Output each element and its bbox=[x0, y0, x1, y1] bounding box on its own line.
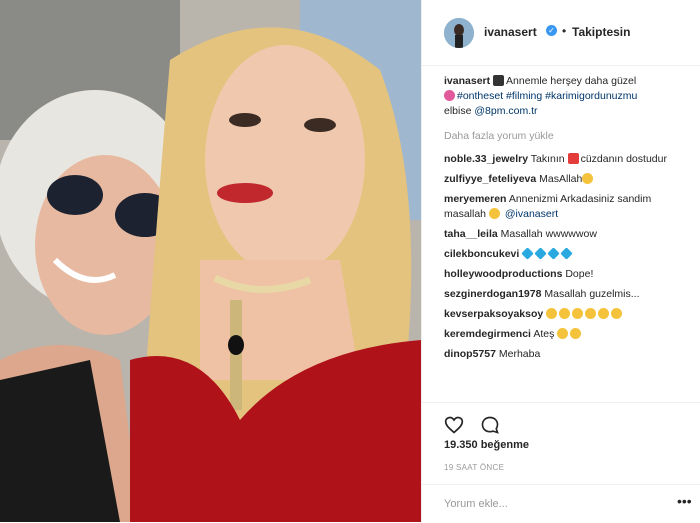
diamond-emoji-icon bbox=[547, 247, 560, 260]
comment-mention[interactable]: @ivanasert bbox=[505, 208, 558, 220]
diamond-emoji-icon bbox=[534, 247, 547, 260]
thumbs-up-emoji-icon bbox=[598, 308, 610, 319]
heart-eyes-emoji-icon bbox=[585, 308, 597, 319]
comment-text: Merhaba bbox=[498, 348, 541, 360]
comment-username[interactable]: sezginerdogan1978 bbox=[444, 288, 541, 300]
comment-item: meryemeren Annenizmi Arkadasiniz sandim … bbox=[444, 192, 689, 222]
caption-mention[interactable]: @8pm.com.tr bbox=[474, 105, 537, 117]
comment-item: noble.33_jewelry Takının cüzdanın dostud… bbox=[444, 152, 689, 167]
post-photo[interactable] bbox=[0, 0, 421, 522]
thumbs-up-emoji-icon bbox=[611, 308, 623, 319]
heart-emoji-icon bbox=[567, 153, 579, 164]
comment-username[interactable]: cilekboncukevi bbox=[444, 248, 519, 260]
flower-emoji-icon bbox=[444, 90, 455, 101]
comment-item: keremdegirmenci Ateş bbox=[444, 327, 689, 342]
load-more-comments[interactable]: Daha fazla yorum yükle bbox=[444, 129, 689, 144]
caption: ivanasert Annemle herşey daha güzel #ont… bbox=[444, 74, 689, 119]
comment-text: Takının bbox=[530, 153, 565, 165]
post-side-panel: ivanasert ✓ • Takiptesin ivanasert Annem… bbox=[421, 0, 700, 522]
comment-text: Masallah wwwwwow bbox=[500, 228, 597, 240]
caption-text: Annemle herşey daha güzel bbox=[506, 75, 637, 87]
smile-emoji-icon bbox=[570, 328, 582, 339]
more-options-icon[interactable]: ••• bbox=[677, 493, 692, 509]
heart-eyes-emoji-icon bbox=[546, 308, 558, 319]
caption-hashtags[interactable]: #ontheset #filming #karimigordunuzmu bbox=[457, 90, 637, 102]
comment-username[interactable]: keremdegirmenci bbox=[444, 328, 531, 340]
caption-text-2: elbise bbox=[444, 105, 472, 117]
comment-username[interactable]: zulfiyye_feteliyeva bbox=[444, 173, 536, 185]
heart-eyes-emoji-icon bbox=[572, 308, 584, 319]
add-comment-bar: Yorum ekle... ••• bbox=[422, 484, 700, 523]
comment-item: kevserpaksoyaksoy bbox=[444, 307, 689, 322]
comment-text: MasAllah bbox=[539, 173, 583, 185]
comment-text: Dope! bbox=[565, 268, 594, 280]
comment-username[interactable]: kevserpaksoyaksoy bbox=[444, 308, 543, 320]
follow-status-button[interactable]: Takiptesin bbox=[572, 25, 630, 39]
comment-username[interactable]: taha__leila bbox=[444, 228, 498, 240]
comment-item: taha__leila Masallah wwwwwow bbox=[444, 227, 689, 242]
separator-dot: • bbox=[562, 24, 567, 38]
comment-item: dinop5757 Merhaba bbox=[444, 347, 689, 362]
comment-item: sezginerdogan1978 Masallah guzelmis... bbox=[444, 287, 689, 302]
comment-item: zulfiyye_feteliyeva MasAllah bbox=[444, 172, 689, 187]
likes-count[interactable]: 19.350 beğenme bbox=[444, 439, 529, 451]
camera-emoji-icon bbox=[493, 75, 505, 86]
verified-badge-icon: ✓ bbox=[546, 25, 557, 36]
post-header: ivanasert ✓ • Takiptesin bbox=[422, 0, 700, 66]
comment-username[interactable]: meryemeren bbox=[444, 193, 506, 205]
comment-text: Ateş bbox=[533, 328, 555, 340]
add-comment-input[interactable]: Yorum ekle... bbox=[444, 498, 508, 510]
heart-icon[interactable] bbox=[444, 415, 464, 435]
comment-text: Masallah guzelmis... bbox=[544, 288, 640, 300]
username-link[interactable]: ivanasert bbox=[484, 25, 537, 39]
avatar[interactable] bbox=[444, 18, 474, 48]
comments-list: ivanasert Annemle herşey daha güzel #ont… bbox=[444, 74, 689, 367]
comment-username[interactable]: holleywoodproductions bbox=[444, 268, 562, 280]
comment-username[interactable]: noble.33_jewelry bbox=[444, 153, 528, 165]
comment-text: cüzdanın dostudur bbox=[580, 153, 667, 165]
action-bar bbox=[422, 402, 700, 434]
heart-eyes-emoji-icon bbox=[559, 308, 571, 319]
comment-icon[interactable] bbox=[480, 415, 500, 435]
comment-item: cilekboncukevi bbox=[444, 247, 689, 262]
smile-emoji-icon bbox=[488, 208, 500, 219]
diamond-emoji-icon bbox=[521, 247, 534, 260]
comment-item: holleywoodproductions Dope! bbox=[444, 267, 689, 282]
post-timestamp[interactable]: 19 SAAT ÖNCE bbox=[444, 463, 504, 472]
heart-eyes-emoji-icon bbox=[557, 328, 569, 339]
comment-username[interactable]: dinop5757 bbox=[444, 348, 496, 360]
caption-username[interactable]: ivanasert bbox=[444, 75, 490, 87]
diamond-emoji-icon bbox=[560, 247, 573, 260]
heart-eyes-emoji-icon bbox=[582, 173, 594, 184]
